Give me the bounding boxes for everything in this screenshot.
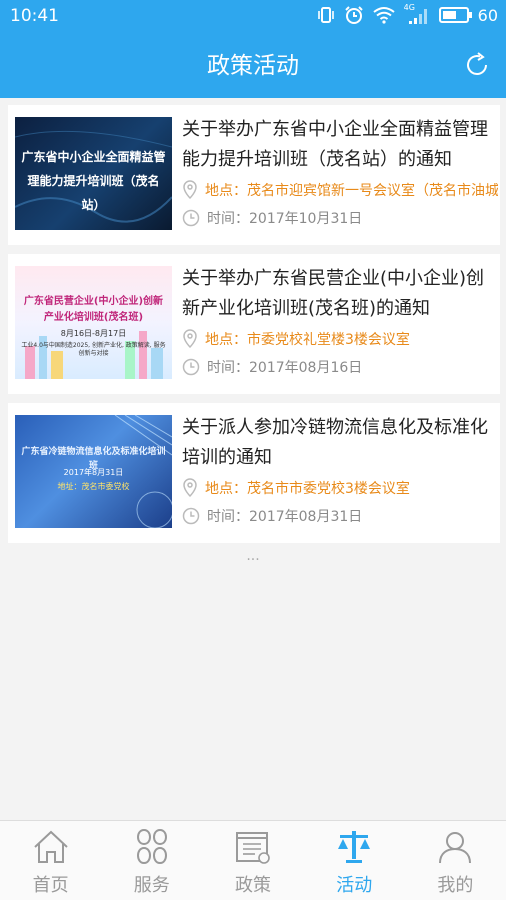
activity-card[interactable]: 广东省冷链物流信息化及标准化培训班 2017年8月31日 地址：茂名市委党校 关… xyxy=(8,403,500,543)
clock-icon xyxy=(182,209,200,227)
location-text: 地点：茂名市市委党校3楼会议室 xyxy=(205,481,410,497)
thumbnail-date: 2017年8月31日 xyxy=(63,468,124,477)
activity-time: 时间：2017年08月31日 xyxy=(182,506,498,526)
bottom-tab-bar: 首页 服务 政策 活动 我的 xyxy=(0,820,506,900)
activity-time: 时间：2017年08月16日 xyxy=(182,357,498,377)
activity-title: 关于举办广东省民营企业(中小企业)创新产业化培训班(茂名班)的通知 xyxy=(182,268,485,319)
thumbnail-caption: 广东省民营企业(中小企业)创新产业化培训班(茂名班) xyxy=(23,296,164,323)
activity-title: 关于举办广东省中小企业全面精益管理能力提升培训班（茂名站）的通知 xyxy=(182,119,488,170)
location-pin-icon xyxy=(183,478,197,498)
thumbnail-subtitle: 地址：茂名市委党校 xyxy=(57,482,130,491)
load-more-indicator[interactable]: ··· xyxy=(0,552,506,568)
activity-card[interactable]: 广东省中小企业全面精益管理能力提升培训班（茂名站） 关于举办广东省中小企业全面精… xyxy=(8,105,500,245)
tab-label: 活动 xyxy=(336,875,373,896)
status-icons: 4G 60 xyxy=(317,3,498,25)
location-text: 地点：市委党校礼堂楼3楼会议室 xyxy=(205,332,410,348)
status-bar: 10:41 4G 60 xyxy=(0,0,506,32)
page-title: 政策活动 xyxy=(207,53,299,79)
thumbnail-caption: 广东省中小企业全面精益管理能力提升培训班（茂名站） xyxy=(21,150,166,212)
clock-icon xyxy=(182,358,200,376)
app-header: 10:41 4G 60 政策活动 xyxy=(0,0,506,98)
tab-label: 我的 xyxy=(437,875,474,896)
thumbnail-date: 8月16日-8月17日 xyxy=(60,329,127,338)
refresh-icon[interactable] xyxy=(464,52,490,78)
activity-title: 关于派人参加冷链物流信息化及标准化培训的通知 xyxy=(182,417,488,468)
battery-icon xyxy=(438,7,472,23)
policy-document-icon xyxy=(236,832,270,864)
tab-services[interactable]: 服务 xyxy=(101,821,202,900)
thumbnail-subtitle: 工业4.0与中国制造2025, 创新产业化, 政策解读, 服务创新与对接 xyxy=(21,342,166,357)
alarm-icon xyxy=(344,6,363,24)
vibrate-icon xyxy=(317,7,334,23)
activity-list: 广东省中小企业全面精益管理能力提升培训班（茂名站） 关于举办广东省中小企业全面精… xyxy=(8,105,500,552)
tab-mine[interactable]: 我的 xyxy=(405,821,506,900)
activity-location: 地点：茂名市迎宾馆新一号会议室（茂名市油城三路10号） xyxy=(182,180,498,200)
tab-label: 首页 xyxy=(32,875,69,896)
activity-thumbnail: 广东省民营企业(中小企业)创新产业化培训班(茂名班) 8月16日-8月17日 工… xyxy=(15,266,172,379)
tab-activity[interactable]: 活动 xyxy=(304,821,405,900)
wifi-icon xyxy=(373,7,395,24)
activity-time: 时间：2017年10月31日 xyxy=(182,208,498,228)
user-profile-icon xyxy=(439,832,472,864)
activity-location: 地点：茂名市市委党校3楼会议室 xyxy=(182,478,498,498)
services-grid-icon xyxy=(136,828,167,865)
location-pin-icon xyxy=(183,180,197,200)
activity-location: 地点：市委党校礼堂楼3楼会议室 xyxy=(182,329,498,349)
activity-scales-icon xyxy=(338,831,371,863)
location-pin-icon xyxy=(183,329,197,349)
clock-icon xyxy=(182,507,200,525)
activity-card[interactable]: 广东省民营企业(中小企业)创新产业化培训班(茂名班) 8月16日-8月17日 工… xyxy=(8,254,500,394)
location-text: 地点：茂名市迎宾馆新一号会议室（茂名市油城三路10号） xyxy=(205,183,498,199)
status-time: 10:41 xyxy=(10,6,59,26)
time-text: 时间：2017年08月16日 xyxy=(207,360,363,376)
activity-thumbnail: 广东省冷链物流信息化及标准化培训班 2017年8月31日 地址：茂名市委党校 xyxy=(15,415,172,528)
home-icon xyxy=(33,830,68,863)
tab-label: 政策 xyxy=(235,875,271,896)
battery-percent: 60 xyxy=(477,5,498,25)
tab-home[interactable]: 首页 xyxy=(0,821,101,900)
time-text: 时间：2017年08月31日 xyxy=(207,509,363,525)
cell-signal-icon: 4G xyxy=(404,3,430,24)
tab-policy[interactable]: 政策 xyxy=(202,821,303,900)
time-text: 时间：2017年10月31日 xyxy=(207,211,363,227)
activity-thumbnail: 广东省中小企业全面精益管理能力提升培训班（茂名站） xyxy=(15,117,172,230)
tab-label: 服务 xyxy=(133,875,170,896)
